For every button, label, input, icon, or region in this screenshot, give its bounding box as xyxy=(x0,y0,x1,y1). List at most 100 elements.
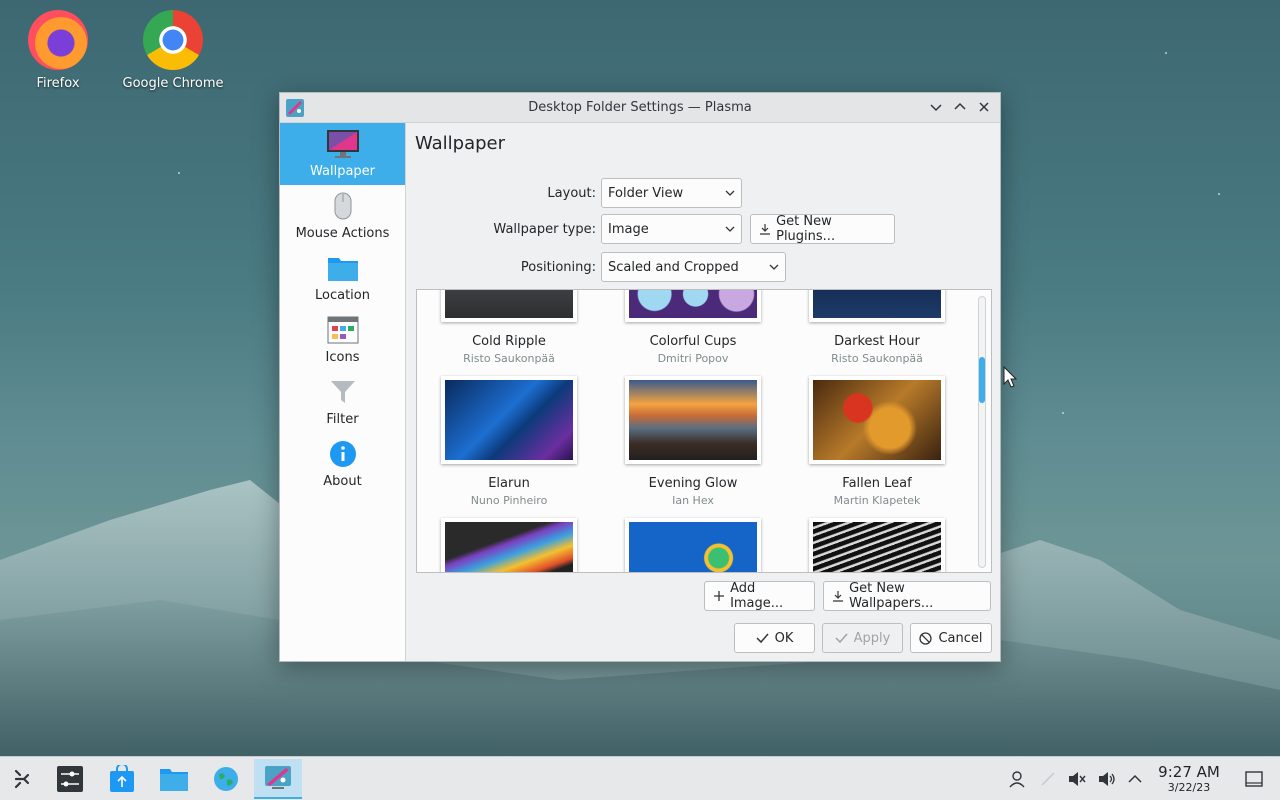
sidebar-item-mouse-actions[interactable]: Mouse Actions xyxy=(280,185,405,247)
window-titlebar[interactable]: Desktop Folder Settings — Plasma xyxy=(280,93,1000,123)
minimize-button[interactable] xyxy=(926,97,946,117)
desktop-icon-chrome[interactable]: Google Chrome xyxy=(118,10,228,91)
wallpaper-tile[interactable]: Elarun Nuno Pinheiro xyxy=(417,376,601,507)
sidebar-item-wallpaper[interactable]: Wallpaper xyxy=(280,123,405,185)
wallpaper-type-label: Wallpaper type: xyxy=(493,221,596,237)
mouse-cursor-icon xyxy=(1003,366,1017,388)
sidebar-item-label: About xyxy=(323,474,362,489)
download-icon xyxy=(833,591,843,602)
star xyxy=(1218,193,1220,195)
clock-date: 3/22/23 xyxy=(1167,781,1211,794)
checkmark-icon xyxy=(835,633,848,644)
add-image-label: Add Image... xyxy=(730,581,784,611)
cancel-label: Cancel xyxy=(938,630,983,646)
taskbar-system-settings[interactable] xyxy=(48,759,92,799)
folder-icon xyxy=(326,252,360,284)
get-new-plugins-button[interactable]: Get New Plugins... xyxy=(750,214,895,244)
wallpaper-author: Dmitri Popov xyxy=(657,352,729,365)
star xyxy=(178,172,180,174)
sidebar-item-label: Icons xyxy=(325,350,360,365)
app-launcher-button[interactable] xyxy=(0,759,44,799)
wallpaper-tile[interactable]: Evening Glow Ian Hex xyxy=(601,376,785,507)
get-new-wallpapers-label: Get New Wallpapers... xyxy=(849,581,934,611)
sidebar-item-location[interactable]: Location xyxy=(280,247,405,309)
wallpaper-thumbnail xyxy=(809,518,945,572)
chevron-down-icon xyxy=(930,104,942,112)
wallpaper-grid-scrollbar[interactable] xyxy=(978,296,986,568)
get-new-wallpapers-button[interactable]: Get New Wallpapers... xyxy=(823,581,991,611)
wallpaper-type-value: Image xyxy=(608,221,649,237)
wallpaper-type-combo[interactable]: Image xyxy=(601,214,742,244)
globe-icon xyxy=(214,767,238,791)
window-title: Desktop Folder Settings — Plasma xyxy=(528,100,752,115)
wallpaper-tile[interactable] xyxy=(601,518,785,572)
chevron-down-icon xyxy=(769,264,779,270)
settings-sidebar: Wallpaper Mouse Actions Location Icons F… xyxy=(280,123,406,661)
wallpaper-author: Risto Saukonpää xyxy=(831,352,923,365)
chevron-up-icon xyxy=(954,102,966,110)
sidebar-item-filter[interactable]: Filter xyxy=(280,371,405,433)
taskbar-browser[interactable] xyxy=(204,759,248,799)
wallpaper-author: Ian Hex xyxy=(672,494,714,507)
sidebar-item-label: Filter xyxy=(326,412,359,427)
speaker-muted-icon xyxy=(1069,772,1086,786)
wallpaper-tile[interactable]: Darkest Hour Risto Saukonpää xyxy=(785,290,969,365)
chevron-up-icon xyxy=(1128,774,1142,783)
wallpaper-thumbnail xyxy=(441,290,577,322)
wallpaper-name: Evening Glow xyxy=(648,476,738,491)
close-button[interactable] xyxy=(974,97,994,117)
star xyxy=(1062,412,1064,414)
maximize-button[interactable] xyxy=(950,97,970,117)
sidebar-item-label: Wallpaper xyxy=(309,164,376,179)
wallpaper-name: Cold Ripple xyxy=(472,334,546,349)
sidebar-item-about[interactable]: About xyxy=(280,433,405,495)
wallpaper-thumbnail xyxy=(441,376,577,464)
taskbar-file-manager[interactable] xyxy=(152,759,196,799)
desktop-icon-label: Firefox xyxy=(36,76,80,91)
taskbar-discover[interactable] xyxy=(100,759,144,799)
settings-app-icon xyxy=(57,766,83,792)
layout-row: Layout: Folder View xyxy=(406,178,742,208)
tray-network[interactable] xyxy=(1036,757,1060,800)
chevron-down-icon xyxy=(725,226,735,232)
mouse-icon xyxy=(326,190,360,222)
wallpaper-tile[interactable]: Fallen Leaf Martin Klapetek xyxy=(785,376,969,507)
tray-volume[interactable] xyxy=(1094,757,1120,800)
sidebar-item-label: Mouse Actions xyxy=(295,226,390,241)
wallpaper-grid[interactable]: Cold Ripple Risto Saukonpää Colorful Cup… xyxy=(416,289,992,573)
plus-icon xyxy=(714,591,724,601)
sidebar-item-icons[interactable]: Icons xyxy=(280,309,405,371)
ok-button[interactable]: OK xyxy=(734,623,815,653)
chrome-icon xyxy=(143,10,203,70)
scrollbar-handle[interactable] xyxy=(979,357,985,403)
layout-combo[interactable]: Folder View xyxy=(601,178,742,208)
wallpaper-tile[interactable] xyxy=(785,518,969,572)
add-image-button[interactable]: Add Image... xyxy=(704,581,815,611)
wallpaper-name: Elarun xyxy=(488,476,530,491)
apply-button[interactable]: Apply xyxy=(822,623,903,653)
wallpaper-tile[interactable]: Colorful Cups Dmitri Popov xyxy=(601,290,785,365)
checkmark-icon xyxy=(756,633,769,644)
cancel-button[interactable]: Cancel xyxy=(910,623,992,653)
settings-content: Wallpaper Layout: Folder View Wallpaper … xyxy=(406,123,1000,661)
plasma-app-icon xyxy=(265,766,291,789)
taskbar-desktop-settings[interactable] xyxy=(254,759,302,799)
positioning-combo[interactable]: Scaled and Cropped xyxy=(601,252,786,282)
wallpaper-name: Colorful Cups xyxy=(649,334,737,349)
wallpaper-thumbnail xyxy=(809,376,945,464)
wallpaper-thumbnail xyxy=(625,290,761,322)
tray-expand-button[interactable] xyxy=(1124,757,1146,800)
wallpaper-tile[interactable] xyxy=(417,518,601,572)
desktop-icon-firefox[interactable]: Firefox xyxy=(3,10,113,91)
taskbar-clock[interactable]: 9:27 AM 3/22/23 xyxy=(1150,763,1228,794)
tray-user-switcher[interactable] xyxy=(1004,757,1030,800)
sidebar-item-label: Location xyxy=(315,288,370,303)
info-icon xyxy=(326,438,360,470)
wallpaper-name: Fallen Leaf xyxy=(842,476,912,491)
wallpaper-tile[interactable]: Cold Ripple Risto Saukonpää xyxy=(417,290,601,365)
show-desktop-button[interactable] xyxy=(1242,757,1266,800)
wallpaper-thumbnail xyxy=(625,518,761,572)
filter-icon xyxy=(326,376,360,408)
positioning-label: Positioning: xyxy=(520,259,596,275)
tray-audio-muted[interactable] xyxy=(1064,757,1090,800)
